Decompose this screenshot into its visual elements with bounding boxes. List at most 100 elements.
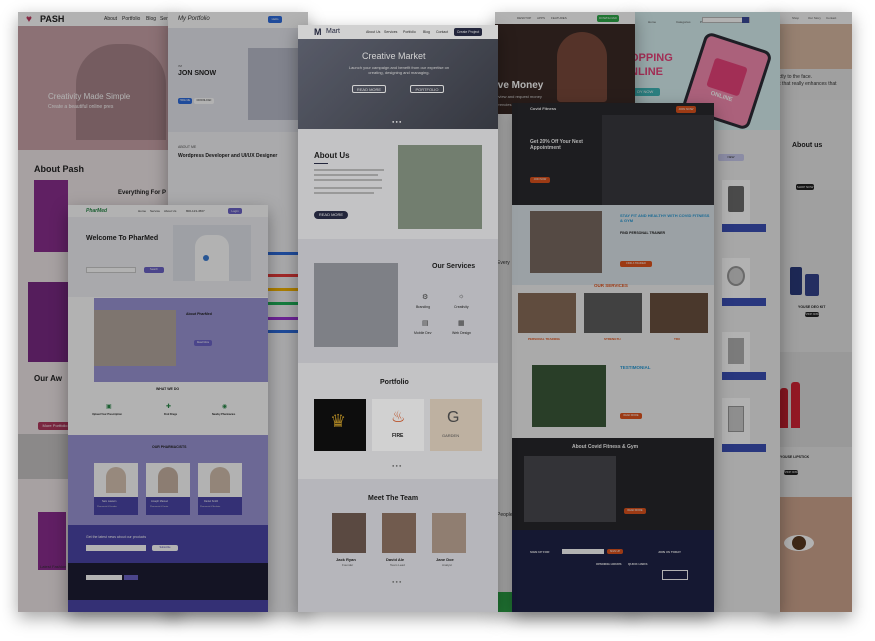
shop-nav-item[interactable]: Home (648, 20, 656, 24)
pharmacist-photo (158, 467, 178, 493)
fitness-join-button[interactable]: JOIN NOW (676, 106, 696, 113)
mart-create-button[interactable]: Create Project (454, 28, 482, 36)
portfolio-header-button[interactable]: Hello (268, 16, 282, 23)
beauty-nav-item[interactable]: Contact (826, 16, 836, 20)
pharmacist-card[interactable]: Sam Lawson Pharmacist & Founder (94, 463, 138, 515)
about-pharmed-button[interactable]: Read More (194, 340, 212, 346)
about-pharmed-section: About PharMed Read More (94, 298, 268, 382)
product-shop-button[interactable]: SHOP NOW (784, 470, 798, 475)
pash-portfolio-button[interactable]: More Portfolio (38, 422, 72, 430)
pharmacist-photo (106, 467, 126, 493)
appliance-image (728, 338, 744, 364)
text-line (314, 179, 382, 181)
pash-hero-title: Creativity Made Simple (48, 92, 131, 101)
mart-read-more-button[interactable]: READ MORE (352, 85, 386, 93)
mart-logo[interactable]: Mart (326, 28, 340, 35)
hire-button[interactable]: HIRE ME (178, 98, 192, 104)
stay-fit-section: STAY FIT AND HEALTHY WITH COVID FITNESS … (512, 205, 714, 285)
footer-email-input[interactable] (562, 549, 604, 554)
mart-nav-item[interactable]: Services (384, 30, 397, 34)
pharmed-logo[interactable]: PharMed (86, 208, 107, 214)
product-shop-button[interactable]: SHOP NOW (805, 312, 819, 317)
heart-logo-icon: ♥ (26, 14, 32, 25)
about-fitness-section: About Covid Fitness & Gym READ MORE (512, 438, 714, 530)
eye-closeup-image (770, 497, 852, 612)
team-member-role: Team Lead (390, 563, 405, 567)
portfolio-item[interactable]: ♛ (314, 399, 366, 451)
portfolio-item[interactable]: G GARDEN (430, 399, 482, 451)
pharmed-search-button[interactable]: Search (144, 267, 164, 273)
pharmacist-name: Sam Lawson (102, 500, 117, 503)
deo-product-image (790, 267, 802, 295)
fitness-hero-button[interactable]: JOIN NOW (530, 177, 550, 183)
money-download-button[interactable]: DOWNLOAD (597, 15, 619, 22)
carousel-dots[interactable]: ● ● ● (392, 119, 401, 124)
money-nav-item[interactable]: APPS (537, 16, 545, 20)
mart-portfolio-button[interactable]: PORTFOLIO (410, 85, 444, 93)
footer-heading: SIGN UP FOR (530, 550, 550, 554)
portfolio-item-label: GARDEN (442, 433, 460, 438)
text-line (314, 169, 384, 171)
mart-about-button[interactable]: READ MORE (314, 211, 348, 219)
newsletter-email-input[interactable] (86, 545, 146, 551)
fitness-logo[interactable]: Covid Fitness (530, 106, 556, 111)
portfolio-logo[interactable]: My Portfolio (178, 16, 210, 22)
pharmacist-label-bar: Sam Lawson Pharmacist & Founder (94, 497, 138, 515)
mart-hero: Creative Market Launch your campaign and… (298, 39, 498, 129)
money-hero-subtitle: review and request money (495, 94, 542, 99)
hero-gym-image (602, 115, 714, 205)
pharmed-login-button[interactable]: Login (228, 208, 242, 214)
pharmacist-name: Daniel Smith (204, 500, 219, 503)
section-tag: NEW (718, 154, 744, 161)
model-image (38, 512, 66, 570)
footer-signup-button[interactable]: SIGN UP (607, 549, 623, 554)
product-card[interactable] (722, 398, 750, 444)
mart-nav-item[interactable]: Portfolio (403, 30, 416, 34)
money-nav-item[interactable]: FEATURES (551, 16, 567, 20)
product-card[interactable] (722, 258, 750, 298)
product-card[interactable] (722, 332, 750, 372)
portfolio-hero: I'M JON SNOW HIRE ME DOWNLOAD (168, 28, 308, 132)
pash-hero-subtitle: Create a beautiful online pres (48, 104, 114, 110)
newsletter-subscribe-button[interactable]: Subscribe (152, 545, 178, 551)
product-card[interactable] (722, 180, 750, 224)
footer-input[interactable] (86, 575, 122, 580)
mart-nav-item[interactable]: Contact (436, 30, 448, 34)
beauty-nav-item[interactable]: Our Story (808, 16, 821, 20)
pash-logo[interactable]: PASH (40, 14, 64, 24)
portfolio-item[interactable]: ♨ FIRE (372, 399, 424, 451)
testimonial-button[interactable]: READ MORE (620, 413, 642, 419)
carousel-dots[interactable]: ● ● ● (392, 463, 401, 468)
find-trainer-button[interactable]: FIND A TRAINER (620, 261, 652, 267)
beauty-nav-item[interactable]: Shop (792, 16, 799, 20)
service-label: Find Drugs (164, 413, 178, 416)
pharmed-nav-item[interactable]: Service (150, 209, 160, 213)
service-image (650, 293, 708, 333)
pash-nav-item[interactable]: About (104, 16, 117, 22)
shop-nav-item[interactable]: Categories (676, 20, 691, 24)
footer-button[interactable] (124, 575, 138, 580)
pharmacist-card[interactable]: Joseph Manuel Pharmacist & Doctor (146, 463, 190, 515)
mart-nav-item[interactable]: About Us (366, 30, 380, 34)
mart-nav-item[interactable]: Blog (423, 30, 430, 34)
carousel-dots[interactable]: ● ● ● (392, 579, 401, 584)
mart-site-card: M Mart About Us Services Portfolio Blog … (298, 25, 498, 612)
download-button[interactable]: DOWNLOAD (194, 98, 214, 104)
title-underline (314, 163, 328, 164)
pash-nav-item[interactable]: Portfolio (122, 16, 140, 22)
pharmacist-card[interactable]: Daniel Smith Pharmacist & Marketer (198, 463, 242, 515)
appliance-image (728, 186, 744, 212)
pharmed-search-input[interactable] (86, 267, 136, 273)
pash-nav-item[interactable]: Blog (146, 16, 156, 22)
about-fitness-button[interactable]: READ MORE (624, 508, 646, 514)
pharmed-nav-item[interactable]: About Us (164, 209, 176, 213)
money-nav-item[interactable]: DESKTOP (517, 16, 531, 20)
flame-icon: ♨ (391, 409, 406, 426)
pash-awards-heading: Our Aw (34, 374, 63, 383)
money-side-text: People (497, 512, 513, 518)
pharmed-nav-item[interactable]: Home (138, 209, 146, 213)
mart-services-section: Our Services ⚙ ☼ Branding Creativity ▤ ▦… (298, 239, 498, 363)
search-icon[interactable] (742, 17, 749, 23)
service-label: Nearby Pharmacies (212, 413, 236, 416)
beauty-about-button[interactable]: SHOP NOW (796, 184, 814, 190)
